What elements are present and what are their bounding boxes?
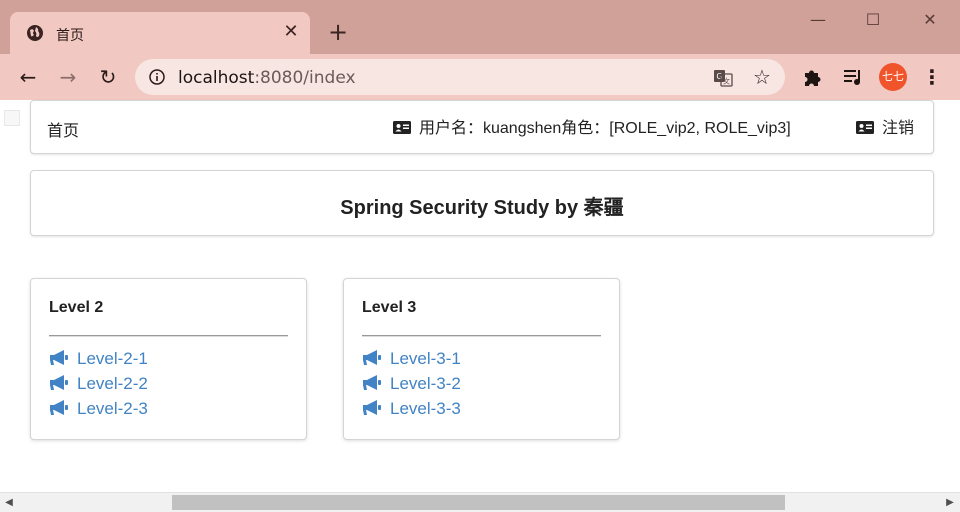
level-3-card: Level 3 Level-3-1 Level-3-2 Level-3-3: [343, 278, 620, 440]
page-header: Spring Security Study by 秦疆: [30, 170, 934, 236]
scroll-left-arrow-icon[interactable]: ◀: [3, 497, 15, 509]
level-2-2-link[interactable]: Level-2-2: [49, 374, 148, 399]
tab-title: 首页: [56, 28, 84, 44]
link-label: Level-3-1: [390, 349, 461, 368]
id-card-icon: [856, 121, 874, 134]
translate-icon[interactable]: G 文: [713, 68, 733, 88]
profile-avatar[interactable]: 七七: [879, 63, 907, 91]
window-minimize-button[interactable]: —: [808, 10, 828, 30]
link-label: Level-3-2: [390, 374, 461, 393]
card-title: Level 3: [362, 299, 417, 316]
scroll-right-arrow-icon[interactable]: ▶: [944, 497, 956, 509]
media-control-icon[interactable]: [842, 66, 864, 88]
id-card-icon: [393, 121, 411, 134]
svg-text:文: 文: [723, 77, 730, 86]
extensions-puzzle-icon[interactable]: [802, 66, 824, 88]
url-text[interactable]: localhost:8080/index: [178, 68, 356, 88]
window-maximize-button[interactable]: ☐: [863, 10, 883, 30]
back-button[interactable]: ←: [16, 65, 40, 89]
page-content: 首页 用户名：kuangshen角色：[ROLE_vip2, ROLE_vip3…: [0, 100, 960, 492]
level-2-card: Level 2 Level-2-1 Level-2-2 Level-2-3: [30, 278, 307, 440]
new-tab-button[interactable]: +: [326, 20, 350, 44]
info-icon[interactable]: [149, 69, 165, 85]
scrollbar-thumb[interactable]: [172, 495, 785, 510]
logout-link[interactable]: 注销: [856, 114, 914, 138]
reload-button[interactable]: ↻: [96, 65, 120, 89]
window-close-button[interactable]: ✕: [920, 10, 940, 30]
card-title: Level 2: [49, 299, 104, 316]
level-3-1-link[interactable]: Level-3-1: [362, 349, 461, 374]
bullhorn-icon: [363, 350, 381, 365]
bullhorn-icon: [363, 375, 381, 390]
level-3-3-link[interactable]: Level-3-3: [362, 399, 461, 424]
browser-tab-active[interactable]: 首页 ✕: [10, 12, 310, 54]
bookmark-star-icon[interactable]: ☆: [751, 66, 773, 88]
url-path: :8080/index: [254, 68, 356, 88]
svg-text:G: G: [716, 72, 722, 81]
url-host: localhost: [178, 68, 255, 88]
link-label: Level-2-3: [77, 399, 148, 418]
bullhorn-icon: [363, 400, 381, 415]
bullhorn-icon: [50, 375, 68, 390]
link-label: Level-2-1: [77, 349, 148, 368]
link-label: Level-3-3: [390, 399, 461, 418]
card-links: Level-3-1 Level-3-2 Level-3-3: [362, 349, 461, 424]
bullhorn-icon: [50, 350, 68, 365]
browser-toolbar: ← → ↻ localhost:8080/index G 文 ☆ 七七 ⋮: [0, 54, 960, 100]
level-2-1-link[interactable]: Level-2-1: [49, 349, 148, 374]
tab-close-icon[interactable]: ✕: [280, 21, 302, 43]
top-menu: 首页 用户名：kuangshen角色：[ROLE_vip2, ROLE_vip3…: [30, 100, 934, 154]
horizontal-scrollbar[interactable]: ◀ ▶: [0, 492, 960, 512]
page-title: Spring Security Study by 秦疆: [340, 197, 624, 219]
user-info-text: 用户名：kuangshen角色：[ROLE_vip2, ROLE_vip3]: [419, 120, 791, 137]
logout-label: 注销: [882, 120, 915, 137]
browser-menu-icon[interactable]: ⋮: [922, 66, 942, 88]
level-3-2-link[interactable]: Level-3-2: [362, 374, 461, 399]
browser-tabstrip: 首页 ✕ + — ☐ ✕: [0, 0, 960, 54]
card-divider: [49, 335, 288, 337]
card-links: Level-2-1 Level-2-2 Level-2-3: [49, 349, 148, 424]
address-bar[interactable]: localhost:8080/index G 文 ☆: [135, 59, 785, 95]
bullhorn-icon: [50, 400, 68, 415]
globe-icon: [27, 25, 43, 41]
home-link[interactable]: 首页: [47, 117, 79, 141]
card-divider: [362, 335, 601, 337]
user-info: 用户名：kuangshen角色：[ROLE_vip2, ROLE_vip3]: [393, 114, 791, 138]
level-2-3-link[interactable]: Level-2-3: [49, 399, 148, 424]
forward-button[interactable]: →: [56, 65, 80, 89]
link-label: Level-2-2: [77, 374, 148, 393]
checkbox[interactable]: [4, 110, 20, 126]
